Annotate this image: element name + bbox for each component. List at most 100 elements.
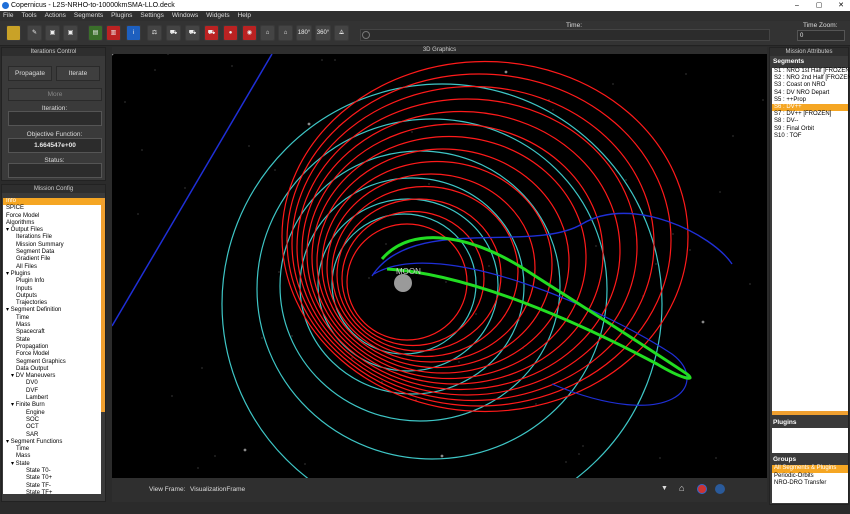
- config-tree-item[interactable]: DVF: [3, 388, 101, 395]
- propagate-button[interactable]: Propagate: [8, 66, 52, 81]
- config-tree-item[interactable]: ▾ Segment Functions: [3, 439, 101, 446]
- config-tree-item[interactable]: State TF+: [3, 490, 101, 494]
- config-tree-item[interactable]: ▾ State: [3, 461, 101, 468]
- close-button[interactable]: ✕: [834, 0, 848, 11]
- graphics-viewport[interactable]: MOON: [112, 54, 767, 478]
- config-tree-item[interactable]: Engine: [3, 410, 101, 417]
- config-tree-item[interactable]: ▾ Segment Definition: [3, 307, 101, 314]
- config-tree-item[interactable]: Outputs: [3, 293, 101, 300]
- rotate-180-icon[interactable]: 180°: [296, 25, 312, 41]
- config-tree-item[interactable]: SOC: [3, 417, 101, 424]
- camera2-icon[interactable]: ⌂: [278, 25, 293, 41]
- config-tree-item[interactable]: Algorithms: [3, 220, 101, 227]
- script-icon[interactable]: ▤: [88, 25, 103, 41]
- config-tree-item[interactable]: State T0+: [3, 475, 101, 482]
- config-tree-item[interactable]: Segment Graphics: [3, 359, 101, 366]
- maximize-button[interactable]: ▢: [812, 0, 826, 11]
- config-tree-item[interactable]: Spacecraft: [3, 329, 101, 336]
- config-tree-item[interactable]: Force Model: [3, 213, 101, 220]
- view-frame-dropdown-icon[interactable]: ▼: [661, 485, 668, 492]
- segment-item[interactable]: S7 : DV++ [FROZEN]: [772, 111, 848, 118]
- car2-icon[interactable]: ⛟: [185, 25, 200, 41]
- time-slider[interactable]: [360, 29, 770, 41]
- view-frame-value[interactable]: VisualizationFrame: [190, 486, 245, 493]
- new-file-icon[interactable]: [6, 25, 21, 41]
- config-tree-item[interactable]: SPICE: [3, 205, 101, 212]
- config-tree-item[interactable]: Time: [3, 315, 101, 322]
- menu-actions[interactable]: Actions: [42, 11, 69, 21]
- config-tree-item[interactable]: Propagation: [3, 344, 101, 351]
- menu-plugins[interactable]: Plugins: [108, 11, 135, 21]
- menu-file[interactable]: File: [0, 11, 16, 21]
- config-tree-item[interactable]: Mass: [3, 453, 101, 460]
- mission-config-scrollbar[interactable]: [101, 198, 105, 412]
- segment-item[interactable]: S5 : ++Prop: [772, 97, 848, 104]
- segment-item[interactable]: S1 : NRO 1st Half [FROZEN]: [772, 68, 850, 75]
- open-file-icon[interactable]: ✎: [27, 25, 42, 41]
- segment-item[interactable]: S10 : TOF: [772, 133, 848, 140]
- config-tree-item[interactable]: Mission Summary: [3, 242, 101, 249]
- save-icon[interactable]: ▣: [45, 25, 60, 41]
- color-wheel-icon[interactable]: [697, 484, 707, 494]
- menu-windows[interactable]: Windows: [169, 11, 201, 21]
- orbit-scene[interactable]: MOON: [112, 54, 767, 478]
- config-tree-item[interactable]: State T0-: [3, 468, 101, 475]
- segment-item[interactable]: S2 : NRO 2nd Half [FROZEN]: [772, 75, 850, 82]
- record-icon[interactable]: ◉: [242, 25, 257, 41]
- menu-settings[interactable]: Settings: [137, 11, 167, 21]
- config-tree-item[interactable]: Data Output: [3, 366, 101, 373]
- config-tree-item[interactable]: Inputs: [3, 286, 101, 293]
- config-tree-item[interactable]: DV0: [3, 380, 101, 387]
- iterate-button[interactable]: Iterate: [56, 66, 100, 81]
- config-tree-item[interactable]: ▾ Plugins: [3, 271, 101, 278]
- config-tree-item[interactable]: ▾ Finite Burn: [3, 402, 101, 409]
- groups-list[interactable]: All Segments & Plugins Periodic-Orbits NRO…: [772, 465, 848, 503]
- car3-icon[interactable]: ⛟: [204, 25, 219, 41]
- menu-widgets[interactable]: Widgets: [203, 11, 232, 21]
- segment-item[interactable]: S9 : Final Orbit: [772, 126, 848, 133]
- config-tree-item[interactable]: State TF-: [3, 483, 101, 490]
- segments-scrollbar[interactable]: [772, 411, 848, 415]
- balance-icon[interactable]: ⚖: [147, 25, 162, 41]
- config-tree-item[interactable]: Mass: [3, 322, 101, 329]
- config-tree-item[interactable]: Gradient File: [3, 256, 101, 263]
- time-zoom-spinbox[interactable]: 0: [797, 30, 845, 41]
- config-tree-item[interactable]: Time: [3, 446, 101, 453]
- group-item[interactable]: Periodic-Orbits: [772, 473, 848, 481]
- config-tree-item[interactable]: Plugin Info: [3, 278, 101, 285]
- config-tree-item[interactable]: State: [3, 337, 101, 344]
- segment-item[interactable]: S4 : DV NRO Depart: [772, 90, 848, 97]
- mission-config-tree[interactable]: Info SPICE Force Model Algorithms ▾ Output F…: [3, 198, 101, 494]
- config-tree-item[interactable]: All Files: [3, 264, 101, 271]
- config-tree-item[interactable]: Lambert: [3, 395, 101, 402]
- config-tree-item[interactable]: OCT: [3, 424, 101, 431]
- segments-list[interactable]: S1 : NRO 1st Half [FROZEN] S2 : NRO 2nd H…: [772, 68, 850, 412]
- menu-segments[interactable]: Segments: [71, 11, 106, 21]
- book-icon[interactable]: ▥: [106, 25, 121, 41]
- car-icon[interactable]: ⛟: [166, 25, 181, 41]
- home-view-icon[interactable]: ⌂: [679, 483, 684, 493]
- axes-icon[interactable]: ⟁: [334, 25, 349, 41]
- group-item[interactable]: NRO-DRO Transfer: [772, 480, 848, 488]
- more-button[interactable]: More: [8, 88, 102, 101]
- config-tree-item[interactable]: Trajectories: [3, 300, 101, 307]
- minimize-button[interactable]: –: [790, 0, 804, 11]
- segment-item[interactable]: S3 : Coast on NRO: [772, 82, 848, 89]
- rotate-360-icon[interactable]: 360°: [315, 25, 331, 41]
- stop-icon[interactable]: ●: [223, 25, 238, 41]
- menu-help[interactable]: Help: [235, 11, 254, 21]
- config-tree-item[interactable]: Iterations File: [3, 234, 101, 241]
- save-as-icon[interactable]: ▣: [63, 25, 78, 41]
- group-item[interactable]: All Segments & Plugins: [772, 465, 848, 473]
- globe-icon[interactable]: [715, 484, 725, 494]
- config-tree-item[interactable]: SAR: [3, 432, 101, 439]
- camera-icon[interactable]: ⌂: [260, 25, 275, 41]
- config-tree-item[interactable]: Force Model: [3, 351, 101, 358]
- plugins-list[interactable]: [772, 428, 848, 453]
- config-tree-item[interactable]: Segment Data: [3, 249, 101, 256]
- segment-item[interactable]: S6 : DV++: [772, 103, 848, 112]
- config-tree-item[interactable]: ▾ DV Maneuvers: [3, 373, 101, 380]
- menu-tools[interactable]: Tools: [18, 11, 39, 21]
- segment-item[interactable]: S8 : DV--: [772, 118, 848, 125]
- time-slider-handle[interactable]: [362, 31, 370, 39]
